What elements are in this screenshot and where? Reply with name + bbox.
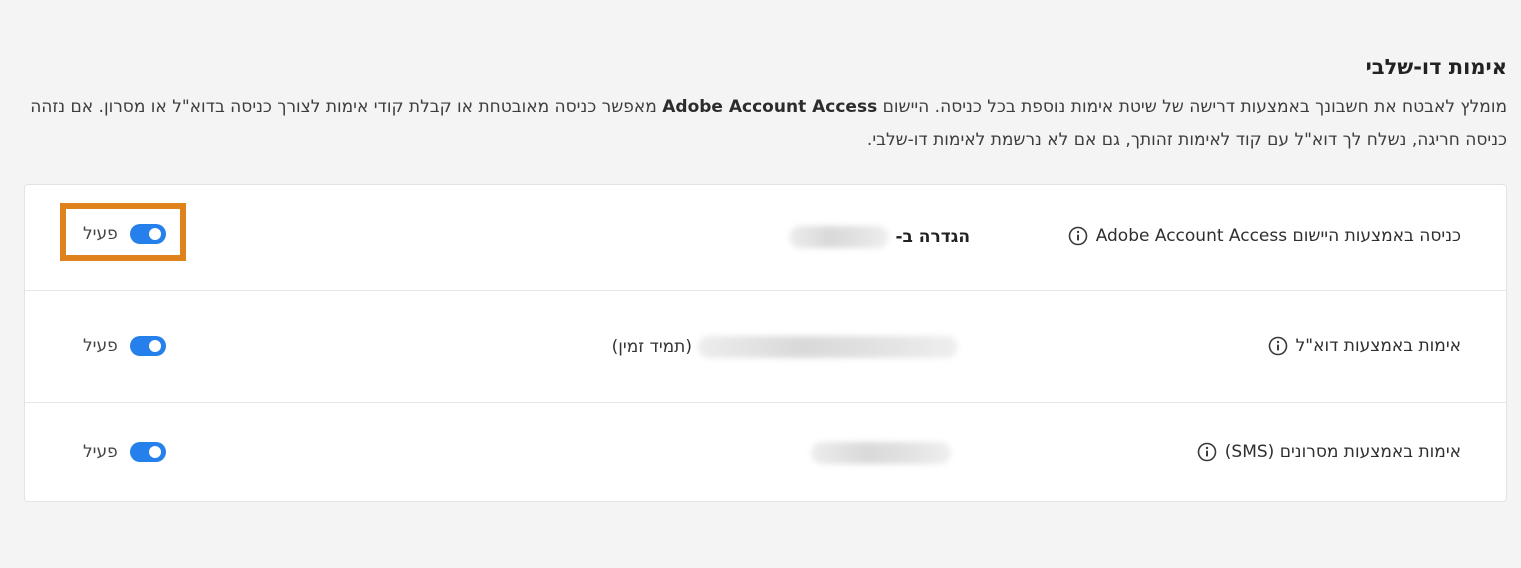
- toggle-switch[interactable]: [129, 336, 166, 356]
- toggle-app[interactable]: פעיל: [83, 224, 166, 244]
- methods-card: כניסה באמצעות היישום Adobe Account Acces…: [24, 184, 1507, 502]
- info-icon[interactable]: [1197, 442, 1217, 462]
- method-detail-sms: [811, 442, 951, 464]
- detail-label: (תמיד זמין): [611, 337, 692, 357]
- description-brand: Adobe Account Access: [662, 97, 878, 117]
- method-detail-app: הגדרה ב-: [789, 226, 970, 248]
- blurred-value: [789, 226, 890, 248]
- method-row-sms: אימות באמצעות מסרונים (SMS) פעיל: [25, 402, 1506, 502]
- method-label-sms: אימות באמצעות מסרונים (SMS): [1197, 442, 1461, 462]
- info-icon[interactable]: [1068, 226, 1088, 246]
- info-icon[interactable]: [1268, 336, 1288, 356]
- method-label-text: אימות באמצעות דוא"ל: [1295, 336, 1461, 356]
- method-row-app: כניסה באמצעות היישום Adobe Account Acces…: [25, 185, 1506, 290]
- method-label-text: אימות באמצעות מסרונים (SMS): [1224, 442, 1461, 462]
- toggle-switch[interactable]: [129, 442, 166, 462]
- method-row-email: אימות באמצעות דוא"ל (תמיד זמין) פעיל: [25, 290, 1506, 403]
- toggle-switch[interactable]: [129, 224, 166, 244]
- description-text-1: מומלץ לאבטח את חשבונך באמצעות דרישה של ש…: [877, 97, 1507, 117]
- section-title: אימות דו-שלבי: [1365, 55, 1507, 79]
- toggle-label: פעיל: [83, 336, 118, 356]
- toggle-email[interactable]: פעיל: [83, 336, 166, 356]
- detail-label: הגדרה ב-: [895, 227, 970, 247]
- method-label-app: כניסה באמצעות היישום Adobe Account Acces…: [1068, 226, 1461, 246]
- two-step-verification-page: אימות דו-שלבי מומלץ לאבטח את חשבונך באמצ…: [24, 0, 1507, 568]
- toggle-sms[interactable]: פעיל: [83, 442, 166, 462]
- toggle-label: פעיל: [83, 442, 118, 462]
- blurred-value: [698, 336, 958, 358]
- section-description: מומלץ לאבטח את חשבונך באמצעות דרישה של ש…: [24, 91, 1507, 157]
- method-label-email: אימות באמצעות דוא"ל: [1268, 336, 1461, 356]
- toggle-label: פעיל: [83, 224, 118, 244]
- blurred-value: [811, 442, 951, 464]
- method-label-text: כניסה באמצעות היישום Adobe Account Acces…: [1095, 226, 1461, 246]
- method-detail-email: (תמיד זמין): [612, 336, 958, 358]
